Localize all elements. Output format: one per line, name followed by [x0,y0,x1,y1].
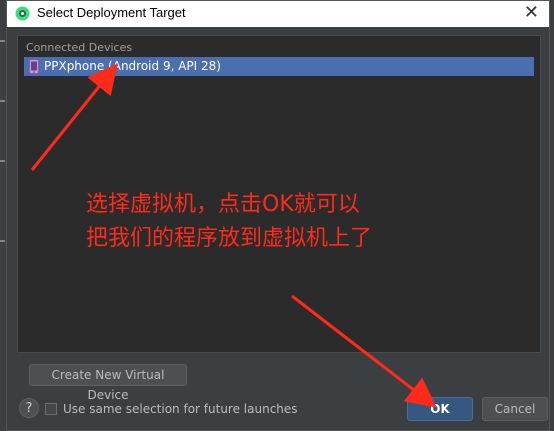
same-selection-label: Use same selection for future launches [63,402,298,416]
annotation-line-1: 选择虚拟机，点击OK就可以 [86,192,360,217]
android-studio-icon [15,6,30,21]
device-label: PPXphone (Android 9, API 28) [44,59,221,73]
background-tick [0,40,5,42]
background-tick [0,240,5,242]
background-tick [0,100,5,102]
phone-icon [29,59,39,74]
ok-button[interactable]: OK [407,397,473,421]
connected-devices-label: Connected Devices [26,41,133,54]
background-ide-strip-right [550,0,554,431]
cancel-button[interactable]: Cancel [482,397,548,421]
create-virtual-device-button[interactable]: Create New Virtual Device [29,364,187,402]
background-tick [0,160,5,162]
close-icon[interactable]: ✕ [524,3,539,23]
same-selection-checkbox[interactable] [45,403,57,415]
dialog-titlebar: Select Deployment Target ✕ [7,1,549,27]
help-button[interactable]: ? [19,398,39,418]
dialog-title: Select Deployment Target [37,5,186,20]
instruction-annotation: 选择虚拟机，点击OK就可以 把我们的程序放到虚拟机上了 [86,188,372,256]
annotation-line-2: 把我们的程序放到虚拟机上了 [86,226,373,251]
device-list-item[interactable]: PPXphone (Android 9, API 28) [24,57,534,76]
